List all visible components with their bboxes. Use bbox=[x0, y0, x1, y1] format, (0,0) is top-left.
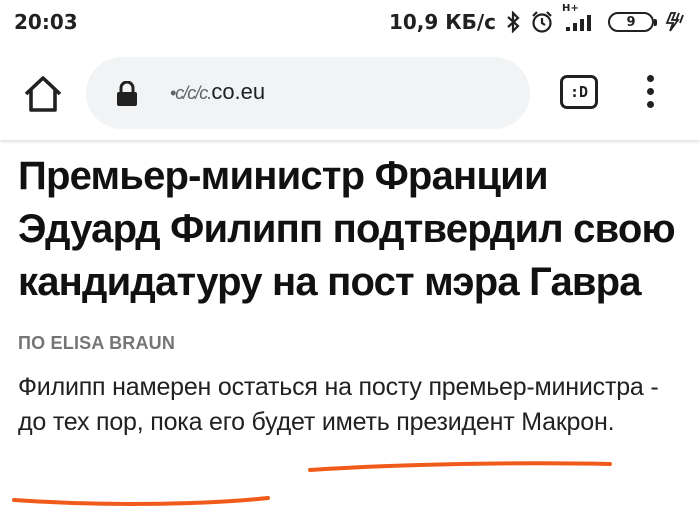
status-icons: 10,9 КБ/с H+ 9 bbox=[388, 3, 686, 34]
status-time: 20:03 bbox=[14, 10, 78, 34]
menu-button[interactable] bbox=[640, 74, 660, 114]
signal-icon: H+ bbox=[562, 3, 598, 33]
charging-icon bbox=[664, 11, 686, 33]
article-lead: Филипп намерен остаться на посту премьер… bbox=[18, 373, 659, 436]
url-bar[interactable]: •c/c/c.co.eu bbox=[86, 57, 530, 129]
tabs-button[interactable]: :D bbox=[560, 75, 598, 109]
url-text: •c/c/c.co.eu bbox=[170, 79, 265, 105]
browser-toolbar: •c/c/c.co.eu :D bbox=[0, 44, 700, 140]
article: Премьер-министр Франции Эдуард Филипп по… bbox=[18, 140, 690, 440]
battery-icon: 9 bbox=[608, 12, 657, 32]
url-prefix: •c/c/c. bbox=[170, 83, 212, 103]
alarm-icon bbox=[530, 10, 554, 34]
battery-level: 9 bbox=[626, 14, 636, 30]
tabs-icon: :D bbox=[569, 83, 589, 101]
article-headline: Премьер-министр Франции Эдуард Филипп по… bbox=[18, 154, 676, 304]
home-icon bbox=[24, 76, 62, 112]
lock-icon bbox=[117, 81, 137, 106]
bluetooth-icon bbox=[506, 11, 520, 33]
url-domain: co.eu bbox=[211, 79, 266, 104]
home-button[interactable] bbox=[22, 74, 64, 114]
article-byline[interactable]: ПО ELISA BRAUN bbox=[18, 333, 690, 354]
menu-icon bbox=[640, 74, 660, 108]
annotation-underline bbox=[12, 461, 612, 506]
net-speed: 10,9 КБ/с bbox=[388, 10, 496, 34]
network-type: H+ bbox=[562, 3, 579, 14]
status-bar: 20:03 10,9 КБ/с H+ 9 bbox=[0, 0, 700, 44]
